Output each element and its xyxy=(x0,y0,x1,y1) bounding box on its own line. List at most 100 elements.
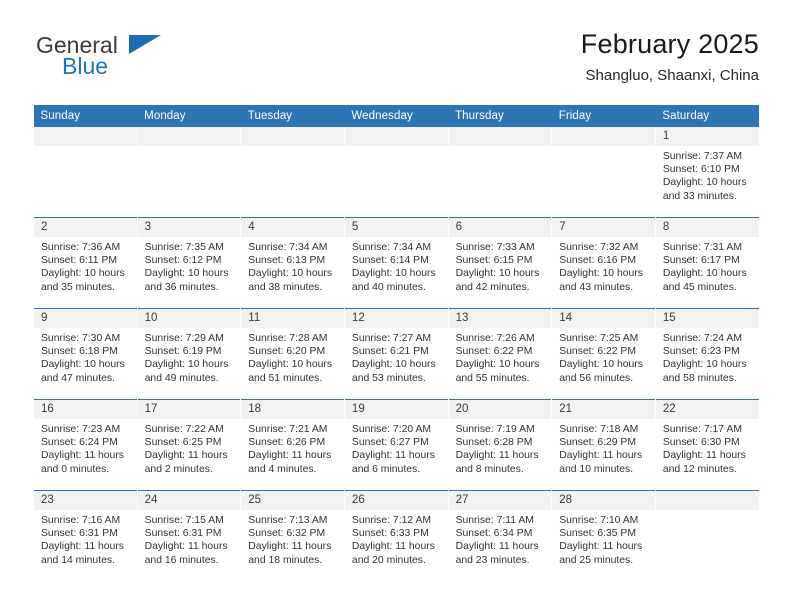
daylight-duration-line2: and 49 minutes. xyxy=(144,372,219,384)
calendar-cell-day[interactable]: 20 Sunrise: 7:19 AM Sunset: 6:28 PM Dayligh… xyxy=(447,399,552,491)
day-number: 6 xyxy=(448,218,552,237)
sunrise-time: Sunrise: 7:20 AM xyxy=(351,424,432,435)
calendar-cell-day[interactable]: 17 Sunrise: 7:22 AM Sunset: 6:25 PM Dayligh… xyxy=(136,399,241,491)
day-number xyxy=(448,127,552,146)
daylight-duration-line1: Daylight: 11 hours xyxy=(559,541,643,553)
daylight-duration-line1: Daylight: 10 hours xyxy=(144,268,229,280)
calendar-cell-day[interactable]: 22 Sunrise: 7:17 AM Sunset: 6:30 PM Dayligh… xyxy=(654,399,759,491)
calendar-cell-day[interactable]: 11 Sunrise: 7:28 AM Sunset: 6:20 PM Dayligh… xyxy=(240,308,345,400)
calendar-cell-day[interactable]: 5 Sunrise: 7:34 AM Sunset: 6:14 PM Daylight… xyxy=(343,217,449,309)
weekday-header-tuesday: Tuesday xyxy=(240,105,345,127)
calendar-cell-day[interactable]: 2 Sunrise: 7:36 AM Sunset: 6:11 PM Daylight… xyxy=(33,217,138,309)
calendar-cell-day[interactable]: 23 Sunrise: 7:16 AM Sunset: 6:31 PM Dayligh… xyxy=(33,490,138,581)
daylight-duration-line2: and 14 minutes. xyxy=(41,554,115,566)
day-number: 2 xyxy=(34,218,137,237)
weekday-header-friday: Friday xyxy=(551,105,656,127)
daylight-duration-line2: and 53 minutes. xyxy=(351,372,426,384)
day-number: 14 xyxy=(552,309,655,328)
calendar-cell-day[interactable]: 12 Sunrise: 7:27 AM Sunset: 6:21 PM Dayligh… xyxy=(343,308,449,400)
calendar-cell-day[interactable]: 3 Sunrise: 7:35 AM Sunset: 6:12 PM Daylight… xyxy=(136,217,241,309)
sunset-time: Sunset: 6:30 PM xyxy=(662,437,740,449)
daylight-duration-line1: Daylight: 10 hours xyxy=(559,268,643,280)
daylight-duration-line2: and 47 minutes. xyxy=(41,372,115,384)
day-number: 24 xyxy=(137,491,241,510)
daylight-duration-line1: Daylight: 10 hours xyxy=(41,359,125,371)
sunrise-time: Sunrise: 7:35 AM xyxy=(144,242,224,253)
calendar-cell-inner: 18 Sunrise: 7:21 AM Sunset: 6:26 PM Dayligh… xyxy=(241,400,344,490)
daylight-duration-line1: Daylight: 10 hours xyxy=(559,359,643,371)
sunset-time: Sunset: 6:15 PM xyxy=(455,255,533,267)
daylight-duration-line2: and 56 minutes. xyxy=(559,372,634,384)
brand-logo[interactable]: General Blue xyxy=(33,32,253,88)
calendar-cell-day[interactable]: 4 Sunrise: 7:34 AM Sunset: 6:13 PM Daylight… xyxy=(240,217,345,309)
sunrise-time: Sunrise: 7:15 AM xyxy=(144,515,224,526)
sunrise-time: Sunrise: 7:31 AM xyxy=(662,242,742,253)
sunset-time: Sunset: 6:13 PM xyxy=(248,255,326,267)
daylight-duration-line2: and 25 minutes. xyxy=(559,554,634,566)
calendar-cell-day[interactable]: 16 Sunrise: 7:23 AM Sunset: 6:24 PM Dayligh… xyxy=(33,399,138,491)
calendar-cell-empty xyxy=(240,127,345,218)
daylight-duration-line1: Daylight: 11 hours xyxy=(144,541,228,553)
day-details: Sunrise: 7:15 AM Sunset: 6:31 PM Daylight:… xyxy=(138,510,241,567)
day-details: Sunrise: 7:18 AM Sunset: 6:29 PM Daylight:… xyxy=(552,419,655,476)
sunset-time: Sunset: 6:16 PM xyxy=(559,255,637,267)
calendar-cell-empty xyxy=(654,490,759,581)
day-details: Sunrise: 7:34 AM Sunset: 6:14 PM Daylight:… xyxy=(345,237,448,294)
calendar-cell-inner: 19 Sunrise: 7:20 AM Sunset: 6:27 PM Dayligh… xyxy=(344,400,448,490)
daylight-duration-line1: Daylight: 10 hours xyxy=(662,268,747,280)
daylight-duration-line1: Daylight: 10 hours xyxy=(455,359,540,371)
sunset-time: Sunset: 6:10 PM xyxy=(662,164,740,176)
calendar-cell-day[interactable]: 28 Sunrise: 7:10 AM Sunset: 6:35 PM Dayligh… xyxy=(551,490,656,581)
page-title: February 2025 xyxy=(580,29,759,59)
title-block: February 2025 Shangluo, Shaanxi, China xyxy=(581,28,759,85)
calendar-cell-inner xyxy=(448,127,552,217)
sunrise-time: Sunrise: 7:21 AM xyxy=(248,424,328,435)
daylight-duration-line1: Daylight: 10 hours xyxy=(662,177,747,189)
calendar-cell-inner: 16 Sunrise: 7:23 AM Sunset: 6:24 PM Dayligh… xyxy=(34,400,137,490)
sunrise-time: Sunrise: 7:23 AM xyxy=(41,424,121,435)
calendar-cell-day[interactable]: 13 Sunrise: 7:26 AM Sunset: 6:22 PM Dayligh… xyxy=(447,308,552,400)
calendar-cell-inner: 15 Sunrise: 7:24 AM Sunset: 6:23 PM Dayligh… xyxy=(655,309,759,399)
page-header: General Blue February 2025 Shangluo, Sha… xyxy=(33,28,759,98)
day-details: Sunrise: 7:27 AM Sunset: 6:21 PM Daylight:… xyxy=(345,328,448,385)
calendar-cell-day[interactable]: 6 Sunrise: 7:33 AM Sunset: 6:15 PM Daylight… xyxy=(447,217,552,309)
sunset-time: Sunset: 6:31 PM xyxy=(41,528,118,540)
sunrise-time: Sunrise: 7:32 AM xyxy=(559,242,639,253)
calendar-cell-day[interactable]: 21 Sunrise: 7:18 AM Sunset: 6:29 PM Dayligh… xyxy=(551,399,656,491)
calendar-cell-empty xyxy=(551,127,656,218)
calendar-cell-day[interactable]: 9 Sunrise: 7:30 AM Sunset: 6:18 PM Daylight… xyxy=(33,308,138,400)
calendar-cell-day[interactable]: 15 Sunrise: 7:24 AM Sunset: 6:23 PM Dayligh… xyxy=(654,308,759,400)
daylight-duration-line2: and 35 minutes. xyxy=(41,281,115,293)
calendar-cell-inner: 21 Sunrise: 7:18 AM Sunset: 6:29 PM Dayligh… xyxy=(552,400,655,490)
day-number: 1 xyxy=(655,127,759,146)
calendar-cell-day[interactable]: 7 Sunrise: 7:32 AM Sunset: 6:16 PM Daylight… xyxy=(551,217,656,309)
daylight-duration-line1: Daylight: 11 hours xyxy=(41,450,124,462)
daylight-duration-line2: and 38 minutes. xyxy=(248,281,323,293)
calendar-cell-day[interactable]: 1 Sunrise: 7:37 AM Sunset: 6:10 PM Daylight… xyxy=(654,127,759,218)
calendar-cell-day[interactable]: 26 Sunrise: 7:12 AM Sunset: 6:33 PM Dayligh… xyxy=(343,490,449,581)
calendar-cell-day[interactable]: 19 Sunrise: 7:20 AM Sunset: 6:27 PM Dayligh… xyxy=(343,399,449,491)
calendar-cell-day[interactable]: 27 Sunrise: 7:11 AM Sunset: 6:34 PM Dayligh… xyxy=(447,490,552,581)
calendar-cell-day[interactable]: 10 Sunrise: 7:29 AM Sunset: 6:19 PM Dayligh… xyxy=(136,308,241,400)
calendar-cell-day[interactable]: 25 Sunrise: 7:13 AM Sunset: 6:32 PM Dayligh… xyxy=(240,490,345,581)
day-details: Sunrise: 7:17 AM Sunset: 6:30 PM Daylight:… xyxy=(656,419,759,476)
day-details: Sunrise: 7:22 AM Sunset: 6:25 PM Daylight:… xyxy=(138,419,241,476)
daylight-duration-line2: and 12 minutes. xyxy=(662,463,737,475)
day-details: Sunrise: 7:26 AM Sunset: 6:22 PM Daylight:… xyxy=(449,328,552,385)
day-details: Sunrise: 7:25 AM Sunset: 6:22 PM Daylight:… xyxy=(552,328,655,385)
calendar-cell-inner: 14 Sunrise: 7:25 AM Sunset: 6:22 PM Dayligh… xyxy=(552,309,655,399)
daylight-duration-line2: and 40 minutes. xyxy=(351,281,426,293)
day-details: Sunrise: 7:13 AM Sunset: 6:32 PM Daylight:… xyxy=(241,510,344,567)
calendar-cell-day[interactable]: 8 Sunrise: 7:31 AM Sunset: 6:17 PM Daylight… xyxy=(654,217,759,309)
calendar-week-row: 2 Sunrise: 7:36 AM Sunset: 6:11 PM Daylight… xyxy=(33,217,759,309)
day-number: 23 xyxy=(34,491,137,510)
calendar-cell-day[interactable]: 18 Sunrise: 7:21 AM Sunset: 6:26 PM Dayligh… xyxy=(240,399,345,491)
daylight-duration-line1: Daylight: 10 hours xyxy=(248,359,333,371)
day-details: Sunrise: 7:29 AM Sunset: 6:19 PM Daylight:… xyxy=(138,328,241,385)
calendar-cell-inner: 5 Sunrise: 7:34 AM Sunset: 6:14 PM Daylight… xyxy=(344,218,448,308)
calendar-cell-day[interactable]: 24 Sunrise: 7:15 AM Sunset: 6:31 PM Dayligh… xyxy=(136,490,241,581)
day-number: 13 xyxy=(448,309,552,328)
weekday-header-wednesday: Wednesday xyxy=(344,105,449,127)
calendar-cell-day[interactable]: 14 Sunrise: 7:25 AM Sunset: 6:22 PM Dayligh… xyxy=(551,308,656,400)
day-number xyxy=(552,127,655,146)
